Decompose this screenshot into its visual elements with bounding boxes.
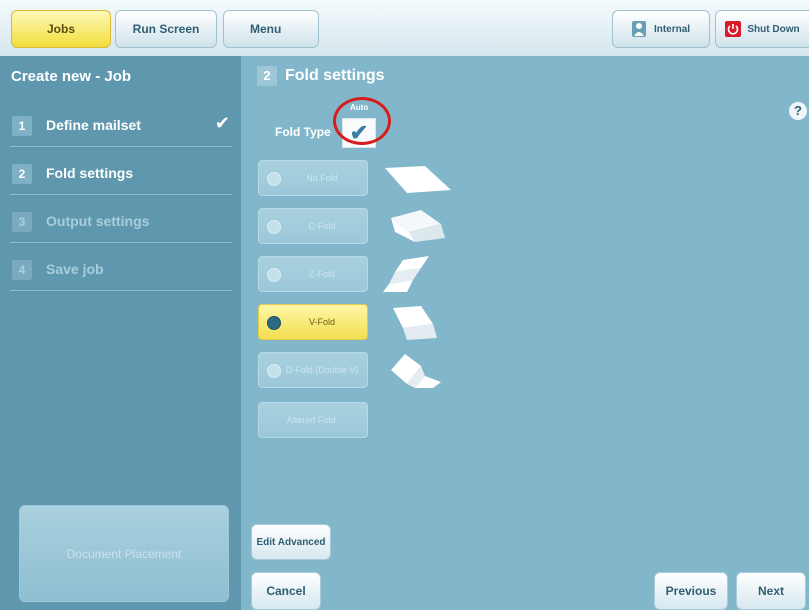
option-label: V-Fold xyxy=(308,317,335,327)
option-label: Z-Fold xyxy=(308,269,335,279)
step-label: Save job xyxy=(46,261,104,277)
v-fold-option[interactable]: V-Fold xyxy=(258,304,368,340)
help-icon[interactable]: ? xyxy=(789,102,807,120)
step-number: 3 xyxy=(12,212,32,232)
jobs-tab[interactable]: Jobs xyxy=(11,10,111,48)
next-button[interactable]: Next xyxy=(736,572,806,610)
radio-button[interactable] xyxy=(267,220,281,234)
radio-button[interactable] xyxy=(267,364,281,378)
step-label: Fold settings xyxy=(46,165,134,181)
run-screen-tab-label: Run Screen xyxy=(132,22,200,36)
checkmark-icon: ✔ xyxy=(214,113,230,133)
next-label: Next xyxy=(757,584,784,598)
internal-button[interactable]: Internal xyxy=(612,10,710,48)
c-fold-option[interactable]: C-Fold xyxy=(258,208,368,244)
option-label: D-Fold (Double V) xyxy=(285,365,359,375)
z-fold-icon xyxy=(383,256,429,292)
radio-button[interactable] xyxy=(267,316,281,330)
altered-fold-label: Altered Fold xyxy=(286,415,336,425)
power-icon xyxy=(725,21,742,37)
option-label: No Fold xyxy=(306,173,338,183)
wizard-sidebar: Create new - Job 1 Define mailset ✔ 2 Fo… xyxy=(0,56,241,610)
step-output-settings: 3 Output settings xyxy=(10,202,232,243)
edit-advanced-label: Edit Advanced xyxy=(256,536,326,548)
user-icon xyxy=(631,21,646,37)
previous-button[interactable]: Previous xyxy=(654,572,728,610)
radio-button[interactable] xyxy=(267,268,281,282)
document-placement-button: Document Placement xyxy=(19,505,229,602)
cancel-label: Cancel xyxy=(266,584,306,598)
shutdown-button[interactable]: Shut Down xyxy=(715,10,809,48)
shutdown-label: Shut Down xyxy=(747,23,800,35)
page-title-text: Fold settings xyxy=(285,67,385,84)
highlight-circle xyxy=(333,97,391,145)
menu-tab-label: Menu xyxy=(250,22,282,36)
c-fold-icon xyxy=(391,210,445,242)
document-placement-label: Document Placement xyxy=(66,546,182,561)
z-fold-option[interactable]: Z-Fold xyxy=(258,256,368,292)
no-fold-option[interactable]: No Fold xyxy=(258,160,368,196)
step-number: 2 xyxy=(12,164,32,184)
page-title: 2 Fold settings xyxy=(257,66,385,86)
v-fold-icon xyxy=(393,306,437,340)
step-label: Define mailset xyxy=(46,117,141,133)
run-screen-tab[interactable]: Run Screen xyxy=(115,10,217,48)
d-fold-icon xyxy=(391,354,441,388)
sidebar-title: Create new - Job xyxy=(11,68,132,85)
top-bar: Jobs Run Screen Menu Internal Shut Down xyxy=(0,0,809,57)
fold-settings-panel: 2 Fold settings ? Fold Type Auto ✔ No Fo… xyxy=(241,56,809,610)
option-label: C-Fold xyxy=(308,221,336,231)
d-fold-option[interactable]: D-Fold (Double V) xyxy=(258,352,368,388)
step-number: 4 xyxy=(12,260,32,280)
menu-tab[interactable]: Menu xyxy=(223,10,319,48)
edit-advanced-button[interactable]: Edit Advanced xyxy=(251,524,331,560)
step-number: 1 xyxy=(12,116,32,136)
step-save-job: 4 Save job xyxy=(10,250,232,291)
radio-button[interactable] xyxy=(267,172,281,186)
previous-label: Previous xyxy=(665,584,717,598)
step-label: Output settings xyxy=(46,213,150,229)
no-fold-icon xyxy=(385,166,451,193)
jobs-tab-label: Jobs xyxy=(46,22,75,36)
fold-type-label: Fold Type xyxy=(275,125,331,139)
page-step-number: 2 xyxy=(257,66,277,86)
step-define-mailset[interactable]: 1 Define mailset ✔ xyxy=(10,106,232,147)
step-fold-settings[interactable]: 2 Fold settings xyxy=(10,154,232,195)
altered-fold-button: Altered Fold xyxy=(258,402,368,438)
internal-label: Internal xyxy=(653,23,691,35)
cancel-button[interactable]: Cancel xyxy=(251,572,321,610)
